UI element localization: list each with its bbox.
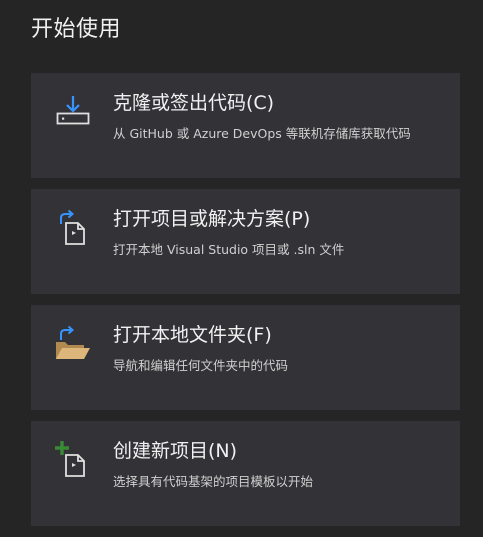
get-started-actions: 克隆或签出代码(C) 从 GitHub 或 Azure DevOps 等联机存储…: [31, 73, 460, 537]
open-folder-description: 导航和编辑任何文件夹中的代码: [113, 358, 289, 373]
open-project-title: 打开项目或解决方案(P): [113, 208, 311, 230]
open-project-card[interactable]: 打开项目或解决方案(P) 打开本地 Visual Studio 项目或 .sln…: [31, 189, 460, 294]
clone-repository-description: 从 GitHub 或 Azure DevOps 等联机存储库获取代码: [113, 126, 411, 141]
page-title: 开始使用: [31, 17, 122, 42]
new-project-icon: [53, 439, 93, 479]
open-project-description: 打开本地 Visual Studio 项目或 .sln 文件: [113, 242, 345, 257]
new-project-card[interactable]: 创建新项目(N) 选择具有代码基架的项目模板以开始: [31, 421, 460, 526]
new-project-description: 选择具有代码基架的项目模板以开始: [113, 474, 314, 489]
clone-repository-card[interactable]: 克隆或签出代码(C) 从 GitHub 或 Azure DevOps 等联机存储…: [31, 73, 460, 178]
open-folder-title: 打开本地文件夹(F): [113, 324, 272, 346]
open-project-icon: [53, 207, 93, 247]
clone-repository-title: 克隆或签出代码(C): [113, 92, 275, 114]
clone-download-icon: [53, 91, 93, 131]
new-project-title: 创建新项目(N): [113, 440, 238, 462]
open-folder-card[interactable]: 打开本地文件夹(F) 导航和编辑任何文件夹中的代码: [31, 305, 460, 410]
open-folder-icon: [53, 323, 93, 363]
